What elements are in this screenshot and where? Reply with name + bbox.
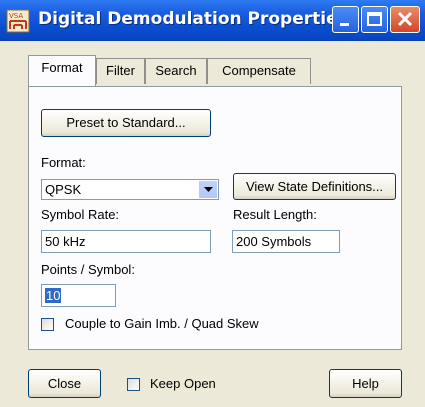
tab-filter[interactable]: Filter	[96, 58, 145, 84]
close-window-button[interactable]	[390, 6, 420, 33]
keep-open-label[interactable]: Keep Open	[150, 376, 216, 391]
properties-window: VSA Digital Demodulation Properties Form…	[0, 0, 425, 407]
title-bar[interactable]: VSA Digital Demodulation Properties	[0, 0, 425, 41]
svg-text:VSA: VSA	[9, 12, 23, 20]
close-icon	[397, 11, 413, 27]
close-button[interactable]: Close	[28, 369, 101, 398]
keep-open-checkbox[interactable]	[127, 378, 140, 391]
tab-format[interactable]: Format	[28, 55, 96, 86]
format-tab-panel: Preset to Standard... Format: QPSK View …	[28, 86, 402, 350]
points-per-symbol-field[interactable]: 10	[41, 284, 116, 307]
points-per-symbol-value: 10	[45, 288, 62, 303]
result-length-label: Result Length:	[233, 207, 317, 222]
result-length-field[interactable]: 200 Symbols	[232, 230, 340, 253]
format-select[interactable]: QPSK	[41, 179, 219, 200]
preset-to-standard-button[interactable]: Preset to Standard...	[41, 109, 211, 137]
window-title: Digital Demodulation Properties	[38, 9, 348, 29]
minimize-button[interactable]	[332, 6, 359, 33]
maximize-icon	[367, 12, 382, 26]
couple-to-gain-label[interactable]: Couple to Gain Imb. / Quad Skew	[65, 316, 259, 331]
format-label: Format:	[41, 155, 86, 170]
help-button[interactable]: Help	[329, 369, 402, 398]
vsa-app-icon: VSA	[6, 9, 30, 33]
minimize-icon	[340, 23, 349, 26]
tab-search[interactable]: Search	[145, 58, 207, 84]
view-state-definitions-button[interactable]: View State Definitions...	[233, 173, 396, 200]
symbol-rate-label: Symbol Rate:	[41, 207, 120, 222]
chevron-down-icon	[204, 187, 213, 192]
format-select-value: QPSK	[45, 182, 82, 197]
couple-to-gain-checkbox[interactable]	[41, 318, 54, 331]
points-per-symbol-label: Points / Symbol:	[41, 262, 135, 277]
maximize-button[interactable]	[361, 6, 388, 33]
dropdown-arrow-button[interactable]	[199, 181, 217, 198]
tab-compensate[interactable]: Compensate	[207, 58, 311, 84]
symbol-rate-field[interactable]: 50 kHz	[41, 230, 211, 253]
